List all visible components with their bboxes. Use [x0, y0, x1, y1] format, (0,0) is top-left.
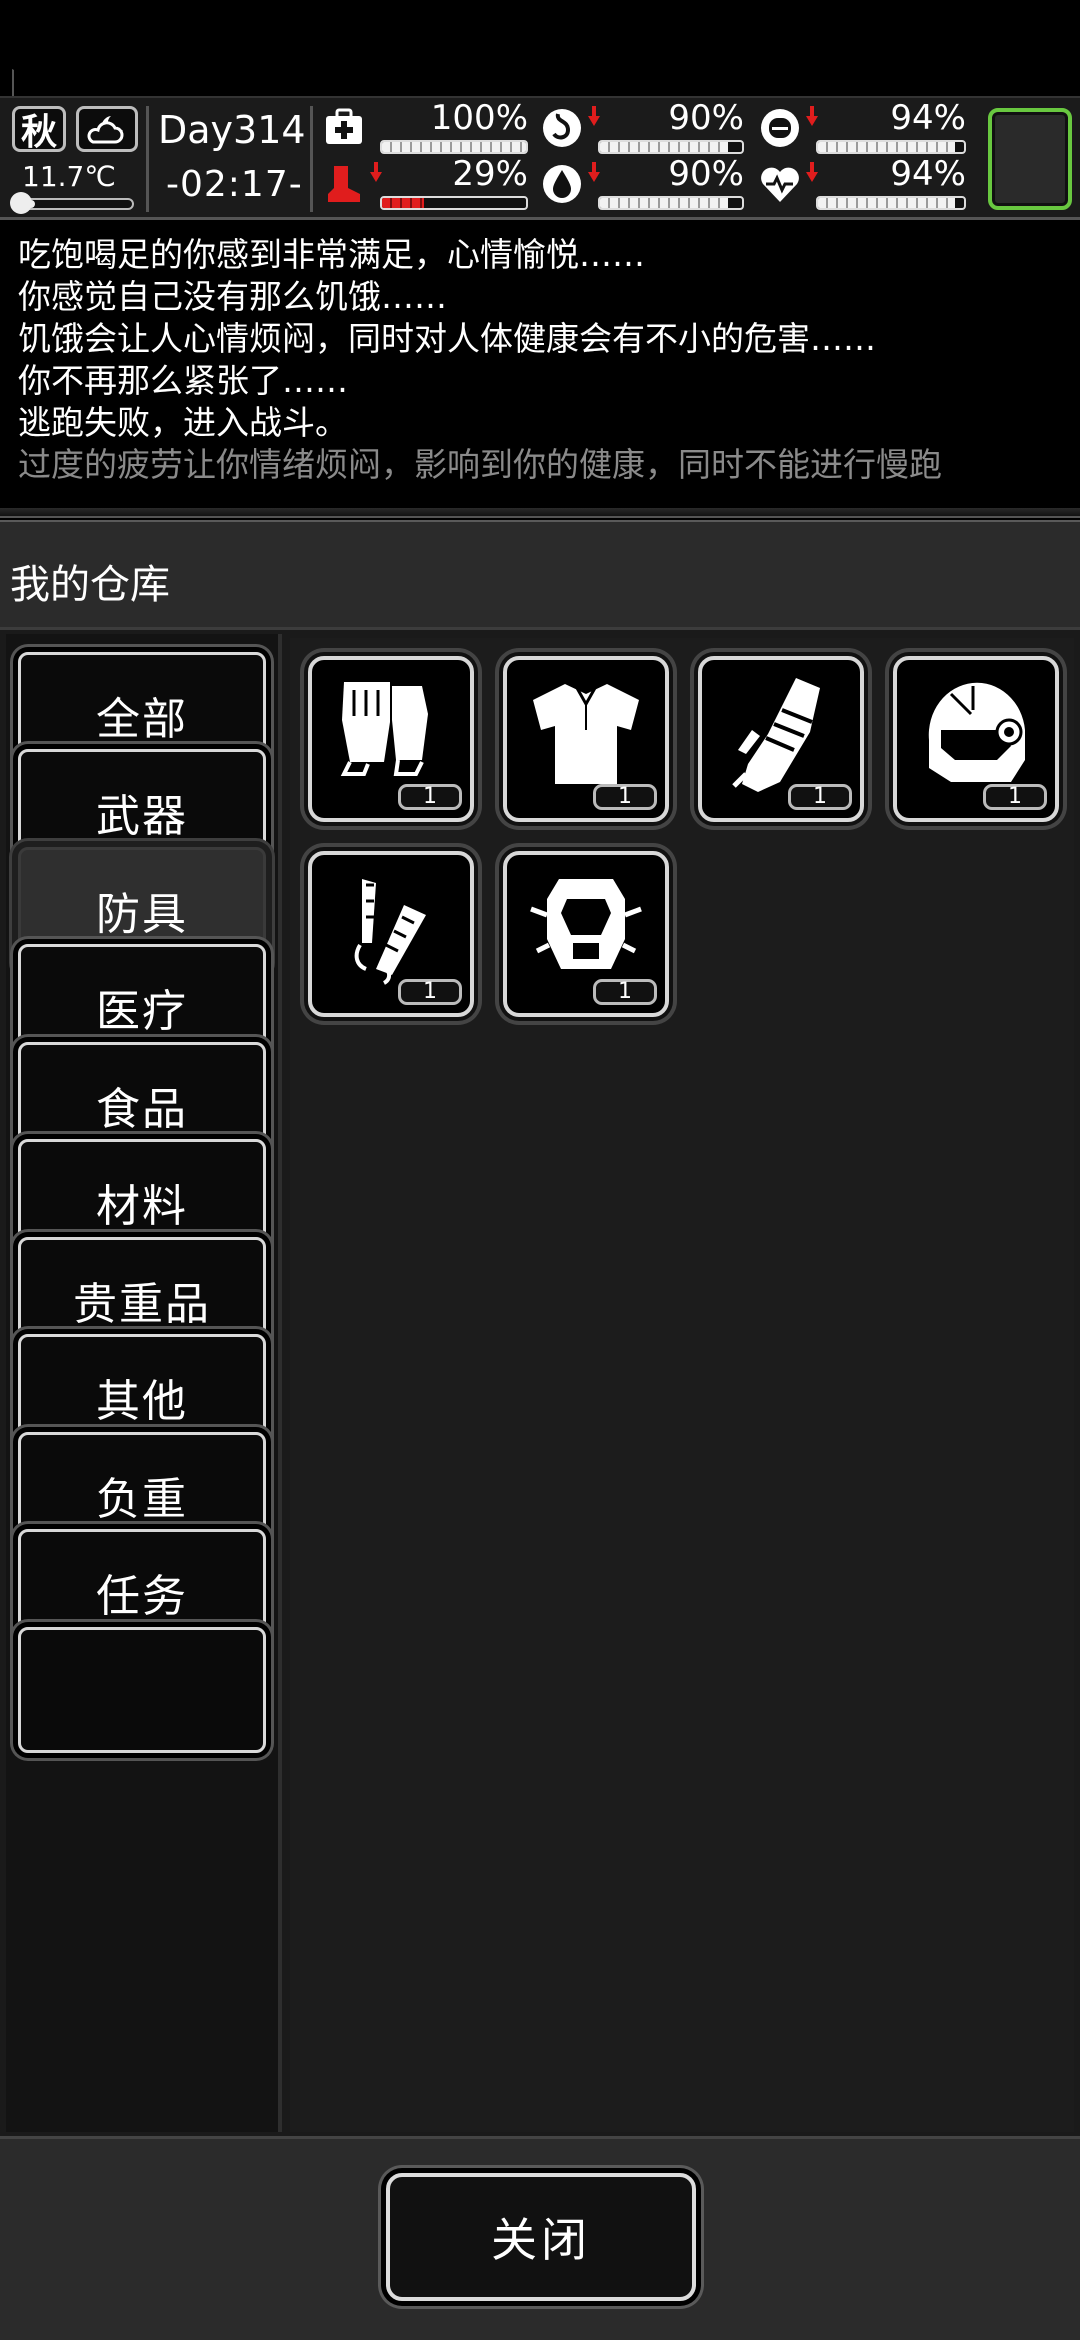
temperature-readout: 11.7℃: [22, 160, 116, 193]
stat-bar: [380, 140, 528, 154]
stat-value: 94%: [890, 154, 966, 194]
stat-hunger: 90%: [540, 98, 750, 158]
boot-icon: [328, 166, 360, 202]
stat-value: 90%: [668, 98, 744, 138]
panel-title: 我的仓库: [10, 562, 170, 608]
stat-stamina: 29%: [322, 154, 534, 214]
item-slot[interactable]: 1: [503, 656, 669, 822]
arm-guard-icon: [354, 879, 426, 985]
log-line: 过度的疲劳让你情绪烦闷，影响到你的健康，同时不能进行慢跑: [18, 445, 942, 484]
clock: -02:17-: [166, 164, 303, 205]
stat-bar: [598, 140, 744, 154]
water-drop-icon: [543, 165, 581, 203]
item-quantity: 1: [398, 784, 462, 810]
weather-badge: [76, 106, 138, 152]
item-grid: 1 1 1 1 1 1: [290, 638, 1074, 2132]
warehouse-panel: 我的仓库 全部 武器 防具 医疗 食品 材料 贵重品 其他 负重 任务 1 1 …: [0, 520, 1080, 2340]
stat-value: 100%: [430, 98, 528, 138]
panel-header: 我的仓库: [0, 520, 1080, 630]
trend-down-icon: [370, 162, 382, 182]
season-badge: 秋: [12, 106, 66, 153]
divider: [0, 508, 1080, 518]
log-line: 吃饱喝足的你感到非常满足，心情愉悦……: [18, 235, 645, 274]
medkit-icon: [326, 108, 362, 144]
item-slot[interactable]: 1: [893, 656, 1059, 822]
message-log[interactable]: 吃饱喝足的你感到非常满足，心情愉悦…… 你感觉自己没有那么饥饿…… 饥饿会让人心…: [0, 224, 1080, 506]
item-quantity: 1: [788, 784, 852, 810]
category-sidebar[interactable]: 全部 武器 防具 医疗 食品 材料 贵重品 其他 负重 任务: [6, 634, 282, 2132]
cloudy-night-icon: [87, 116, 124, 144]
stat-value: 90%: [668, 154, 744, 194]
status-bar: 秋 11.7℃ Day314 -02:17- 100% 90% 94% 29% …: [0, 96, 1080, 220]
item-quantity: 1: [593, 979, 657, 1005]
log-line: 你感觉自己没有那么饥饿……: [18, 277, 447, 316]
armored-gauntlet-icon: [732, 678, 820, 792]
panel-footer: 关闭: [0, 2136, 1080, 2340]
thermometer-bulb-icon: [10, 192, 32, 214]
stat-energy: 94%: [758, 98, 972, 158]
stat-bar: [816, 140, 966, 154]
stat-mood: 94%: [758, 154, 972, 214]
stat-health: 100%: [322, 98, 534, 158]
stat-bar: [816, 196, 966, 210]
body-armor-vest-icon: [530, 879, 642, 969]
log-line: 逃跑失败，进入战斗。: [18, 403, 348, 442]
equipped-slot[interactable]: [988, 108, 1072, 210]
item-slot[interactable]: 1: [308, 656, 474, 822]
log-line: 你不再那么紧张了……: [18, 361, 348, 400]
stat-bar: [380, 196, 528, 210]
season-label: 秋: [20, 112, 57, 153]
item-slot[interactable]: 1: [503, 851, 669, 1017]
stat-bar: [598, 196, 744, 210]
heart-icon: [761, 167, 799, 202]
stomach-icon: [543, 109, 581, 147]
divider: [310, 106, 313, 212]
trend-down-icon: [588, 162, 600, 182]
item-quantity: 1: [398, 979, 462, 1005]
tactical-helmet-icon: [928, 682, 1025, 782]
trend-down-icon: [806, 162, 818, 182]
stat-thirst: 90%: [540, 154, 750, 214]
trend-down-icon: [806, 106, 818, 126]
trend-down-icon: [588, 106, 600, 126]
stat-value: 94%: [890, 98, 966, 138]
item-quantity: 1: [983, 784, 1047, 810]
item-slot[interactable]: 1: [308, 851, 474, 1017]
item-slot[interactable]: 1: [698, 656, 864, 822]
close-button[interactable]: 关闭: [386, 2173, 696, 2301]
divider: [146, 106, 149, 212]
capsule-icon: [761, 109, 799, 147]
stat-value: 29%: [452, 154, 528, 194]
category-more-button[interactable]: [18, 1627, 266, 1753]
log-line: 饥饿会让人心情烦闷，同时对人体健康会有不小的危害……: [18, 319, 876, 358]
fingerless-gloves-icon: [340, 682, 428, 776]
shirt-icon: [533, 684, 639, 784]
day-counter: Day314: [158, 108, 306, 152]
item-quantity: 1: [593, 784, 657, 810]
temperature-bar: [16, 198, 134, 210]
